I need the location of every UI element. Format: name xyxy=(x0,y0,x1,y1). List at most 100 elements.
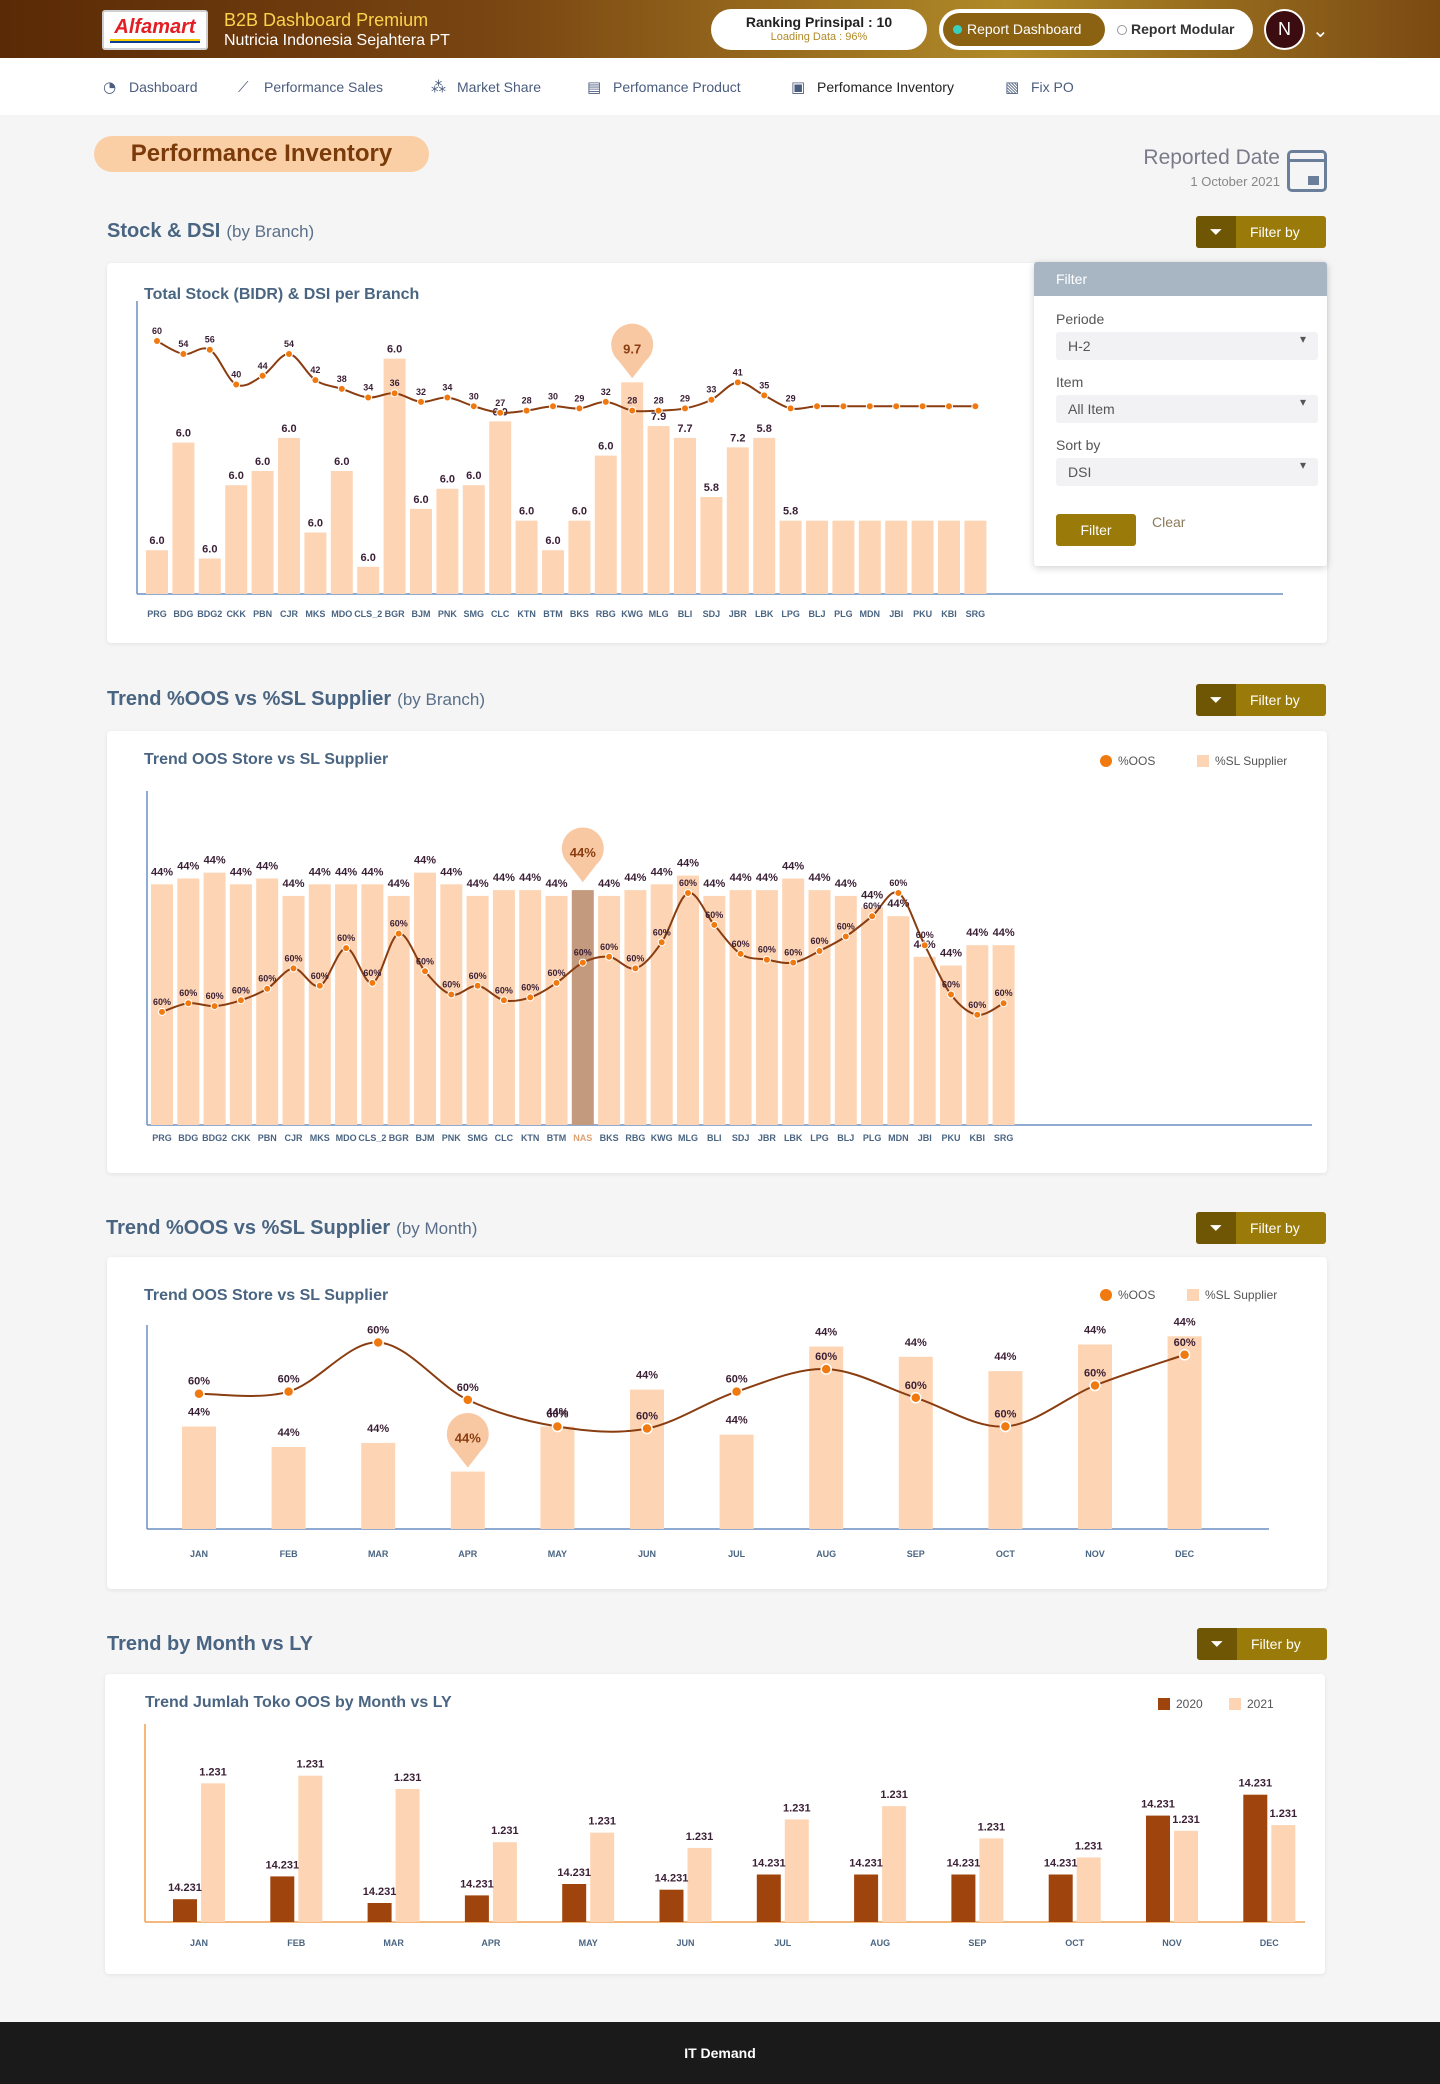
nav-item-performance-inventory[interactable]: ▣ Perfomance Inventory xyxy=(791,76,954,98)
oos-label: 60% xyxy=(284,953,302,963)
value-label-2021: 1.231 xyxy=(1075,1840,1103,1852)
stock-label: 6.0 xyxy=(149,535,164,547)
oos-point xyxy=(736,949,745,958)
bar-2021 xyxy=(298,1775,323,1922)
sl-bar xyxy=(1167,1336,1202,1529)
avatar[interactable]: N xyxy=(1264,9,1305,50)
sl-label: 44% xyxy=(808,872,830,884)
value-label-2021: 1.231 xyxy=(880,1789,908,1801)
sl-bar xyxy=(492,890,515,1125)
oos-branch-chart: 44% PRG 44% BDG 44% BDG2 44% CKK 44% PBN 44% CJR 44%… xyxy=(146,791,1312,1143)
x-tick-label: LBK xyxy=(784,1133,803,1143)
apply-filter-button[interactable]: Filter xyxy=(1056,514,1136,546)
oos-label: 60% xyxy=(784,948,802,958)
sl-bar xyxy=(861,907,884,1125)
stock-bar xyxy=(779,520,802,594)
report-modular-option[interactable]: Report Modular xyxy=(1115,13,1234,46)
sl-bar xyxy=(887,916,910,1125)
stock-label: 6.0 xyxy=(255,456,270,468)
value-label-2020: 14.231 xyxy=(168,1882,202,1894)
bar-2021 xyxy=(882,1806,907,1922)
oos-point xyxy=(973,1010,982,1019)
oos-label: 60% xyxy=(600,942,618,952)
sort-by-select[interactable]: DSI xyxy=(1056,458,1318,486)
filter-by-button[interactable]: ⏷ Filter by xyxy=(1197,1628,1327,1660)
x-tick-label: LPG xyxy=(810,1133,829,1143)
oos-label: 60% xyxy=(636,1411,658,1423)
nav-item-fix-po[interactable]: ▧ Fix PO xyxy=(1005,76,1074,98)
stock-label: 5.8 xyxy=(704,482,719,494)
dsi-point xyxy=(496,408,505,417)
filter-by-button[interactable]: ⏷ Filter by xyxy=(1196,684,1326,716)
oos-point xyxy=(657,938,666,947)
sl-bar xyxy=(624,890,647,1125)
x-tick-label: SDJ xyxy=(703,609,721,619)
bar-2020 xyxy=(1048,1874,1073,1922)
dsi-point xyxy=(549,402,557,411)
x-tick-label: CLC xyxy=(491,609,510,619)
sl-bar xyxy=(913,956,936,1125)
stock-label: 6.0 xyxy=(413,494,428,506)
oos-label: 60% xyxy=(758,945,776,955)
chevron-down-icon[interactable]: ⌄ xyxy=(1312,18,1329,42)
value-label-2021: 1.231 xyxy=(394,1772,422,1784)
x-tick-label: CLC xyxy=(495,1133,514,1143)
report-dashboard-option[interactable]: Report Dashboard xyxy=(943,13,1105,46)
nav-item-performance-sales[interactable]: ⟋ Performance Sales xyxy=(238,76,383,98)
alfamart-logo[interactable]: Alfamart xyxy=(102,10,208,50)
oos-point xyxy=(999,999,1008,1008)
x-tick-label: APR xyxy=(481,1938,501,1948)
dsi-point xyxy=(205,345,214,354)
dsi-point xyxy=(364,393,373,402)
oos-month-chart: 44% JAN 44% FEB 44% MAR APR 44% MAY 44% JUN 44% JUL 4… xyxy=(146,1316,1269,1559)
sl-label: 44% xyxy=(677,858,699,870)
x-tick-label: PLG xyxy=(834,609,853,619)
periode-select[interactable]: H-2 xyxy=(1056,332,1318,360)
oos-point xyxy=(158,1007,166,1016)
item-select[interactable]: All Item xyxy=(1056,395,1318,423)
dsi-point xyxy=(522,406,531,415)
x-tick-label: BJM xyxy=(415,1133,434,1143)
value-label-2020: 14.231 xyxy=(1238,1778,1272,1790)
filter-by-button[interactable]: ⏷ Filter by xyxy=(1196,216,1326,248)
oos-label: 60% xyxy=(457,1382,479,1394)
oos-label: 60% xyxy=(153,997,171,1007)
stock-label: 6.0 xyxy=(176,428,191,440)
sl-label: 44% xyxy=(361,866,383,878)
dsi-point xyxy=(628,406,637,415)
oos-label: 60% xyxy=(390,919,408,929)
nav-item-performance-product[interactable]: ▤ Perfomance Product xyxy=(587,76,741,98)
sl-bar xyxy=(361,884,384,1125)
oos-month-card: Trend OOS Store vs SL Supplier %OOS %SL … xyxy=(107,1257,1327,1589)
stock-label: 7.2 xyxy=(730,432,745,444)
dsi-point xyxy=(918,402,927,411)
x-tick-label: JBR xyxy=(758,1133,777,1143)
dsi-label: 60 xyxy=(152,326,162,336)
x-tick-label: PRG xyxy=(147,609,167,619)
sl-bar xyxy=(677,875,699,1125)
oos-point xyxy=(462,1394,474,1406)
oos-point xyxy=(894,889,903,897)
sl-bar xyxy=(308,884,331,1125)
nav-label: Perfomance Product xyxy=(613,79,741,95)
x-tick-label: LPG xyxy=(781,609,800,619)
filter-by-label: Filter by xyxy=(1250,692,1300,708)
reported-date-label: Reported Date xyxy=(1143,146,1280,169)
filter-by-label: Filter by xyxy=(1250,224,1300,240)
bar-2021 xyxy=(1076,1857,1101,1922)
clear-filter-button[interactable]: Clear xyxy=(1152,514,1185,546)
x-tick-label: BGR xyxy=(389,1133,410,1143)
calendar-icon[interactable] xyxy=(1287,150,1327,192)
dsi-label: 29 xyxy=(574,393,584,403)
oos-point xyxy=(641,1422,653,1435)
oos-label: 60% xyxy=(258,974,276,984)
filter-by-button[interactable]: ⏷ Filter by xyxy=(1196,1212,1326,1244)
x-tick-label: BDG2 xyxy=(197,609,222,619)
dsi-label: 42 xyxy=(310,365,320,375)
sl-label: 44% xyxy=(367,1423,389,1435)
nav-item-market-share[interactable]: ⁂ Market Share xyxy=(431,76,541,98)
sl-label: 44% xyxy=(815,1327,837,1339)
nav-item-dashboard[interactable]: ◔ Dashboard xyxy=(103,76,198,98)
logo-text: Alfamart xyxy=(114,16,196,38)
filter-panel: Filter Periode H-2 Item All Item Sort by… xyxy=(1034,262,1327,566)
